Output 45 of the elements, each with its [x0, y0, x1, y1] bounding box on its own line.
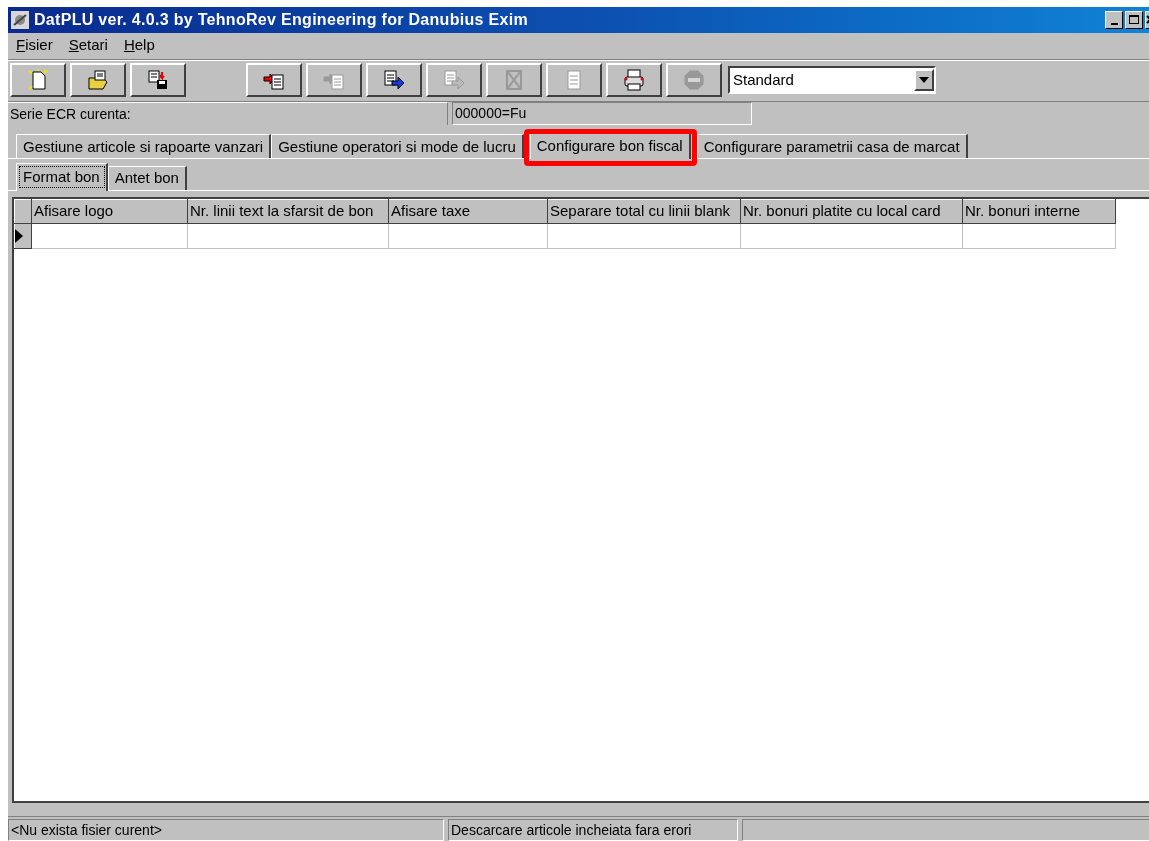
table-cell[interactable] [547, 223, 741, 249]
maximize-button[interactable] [1125, 10, 1143, 29]
status-panel: <Nu exista fisier curent> [8, 819, 444, 841]
info-field: 000000=Fu [452, 102, 752, 126]
column-header[interactable]: Nr. linii text la sfarsit de bon [187, 199, 389, 224]
tab[interactable]: Configurare parametrii casa de marcat [696, 134, 968, 159]
toolbar-button[interactable] [10, 63, 66, 97]
menu-item[interactable]: Fisier [12, 34, 57, 57]
stop-sign-icon [682, 68, 706, 92]
toolbar-button[interactable] [246, 63, 302, 97]
column-header[interactable]: Separare total cu linii blank [547, 199, 741, 224]
toolbar-button[interactable] [366, 63, 422, 97]
minimize-icon [1110, 22, 1118, 25]
tab[interactable]: Format bon [16, 163, 108, 192]
column-header[interactable]: Afisare logo [31, 199, 188, 224]
toolbar-button[interactable] [70, 63, 126, 97]
status-panel: Descarcare articole incheiata fara erori [448, 819, 738, 841]
tab[interactable]: Gestiune articole si rapoarte vanzari [16, 134, 272, 159]
table-cell[interactable] [962, 223, 1116, 249]
table-cell[interactable] [31, 223, 188, 249]
column-header[interactable]: Afisare taxe [388, 199, 548, 224]
printer-icon [622, 68, 646, 92]
window-title: DatPLU ver. 4.0.3 by TehnoRev Engineering for Danubius Exim [34, 9, 528, 30]
current-row-icon [15, 229, 23, 244]
open-folder-icon [86, 68, 110, 92]
export-arrow-icon [382, 68, 406, 92]
info-label: Serie ECR curenta: [8, 102, 448, 126]
new-document-icon [26, 68, 50, 92]
minimize-button[interactable] [1105, 10, 1123, 29]
maximize-icon [1129, 15, 1139, 25]
column-header[interactable]: Nr. bonuri platite cu local card [740, 199, 963, 224]
tab[interactable]: Antet bon [107, 166, 187, 191]
column-header[interactable]: Nr. bonuri interne [962, 199, 1116, 224]
tab[interactable]: Gestiune operatori si mode de lucru [271, 134, 524, 159]
table-cell[interactable] [187, 223, 389, 249]
export-arrow-icon [442, 68, 466, 92]
mode-dropdown[interactable]: Standard [728, 66, 936, 94]
table-cell[interactable] [388, 223, 548, 249]
table-cell[interactable] [740, 223, 963, 249]
save-disk-icon [146, 68, 170, 92]
toolbar-button[interactable] [130, 63, 186, 97]
menu-item[interactable]: Setari [64, 34, 112, 57]
menu-item[interactable]: Help [119, 34, 159, 57]
toolbar-button[interactable] [606, 63, 662, 97]
app-icon [10, 9, 30, 30]
